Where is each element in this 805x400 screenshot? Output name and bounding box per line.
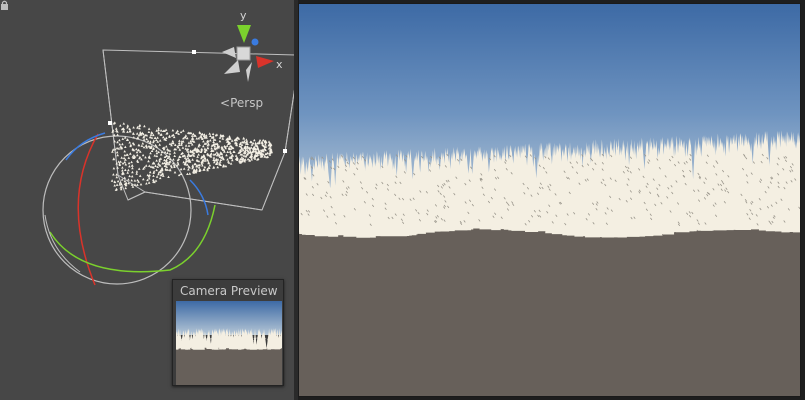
gizmo-center-cube[interactable] <box>236 46 251 61</box>
camera-frustum <box>102 49 296 211</box>
axis-z-cone[interactable] <box>251 38 259 46</box>
game-canvas <box>299 4 800 396</box>
sphere-handle-top[interactable] <box>108 121 112 125</box>
rotation-ring-z[interactable] <box>65 132 106 161</box>
persp-label: Persp <box>230 96 264 110</box>
axis-y-label: y <box>240 9 247 22</box>
axis-y-cone[interactable] <box>237 25 251 43</box>
axis-x-label: x <box>276 58 283 71</box>
scene-tree-cloud <box>110 121 273 191</box>
lock-icon[interactable] <box>0 0 9 11</box>
game-view[interactable] <box>298 3 801 397</box>
gizmo-outer-circle[interactable] <box>42 135 192 285</box>
frustum-handle-top[interactable] <box>192 50 196 54</box>
frustum-handle-right[interactable] <box>283 149 287 153</box>
orientation-gizmo[interactable] <box>222 25 274 82</box>
projection-toggle[interactable]: <Persp <box>220 96 263 110</box>
scene-view[interactable]: y x <Persp Camera Preview <box>0 0 296 400</box>
axis-x-cone[interactable] <box>256 56 274 68</box>
camera-preview-image <box>176 301 282 385</box>
camera-preview-title: Camera Preview <box>180 284 278 298</box>
camera-preview-panel: Camera Preview <box>172 279 284 386</box>
persp-glyph: < <box>220 96 231 110</box>
